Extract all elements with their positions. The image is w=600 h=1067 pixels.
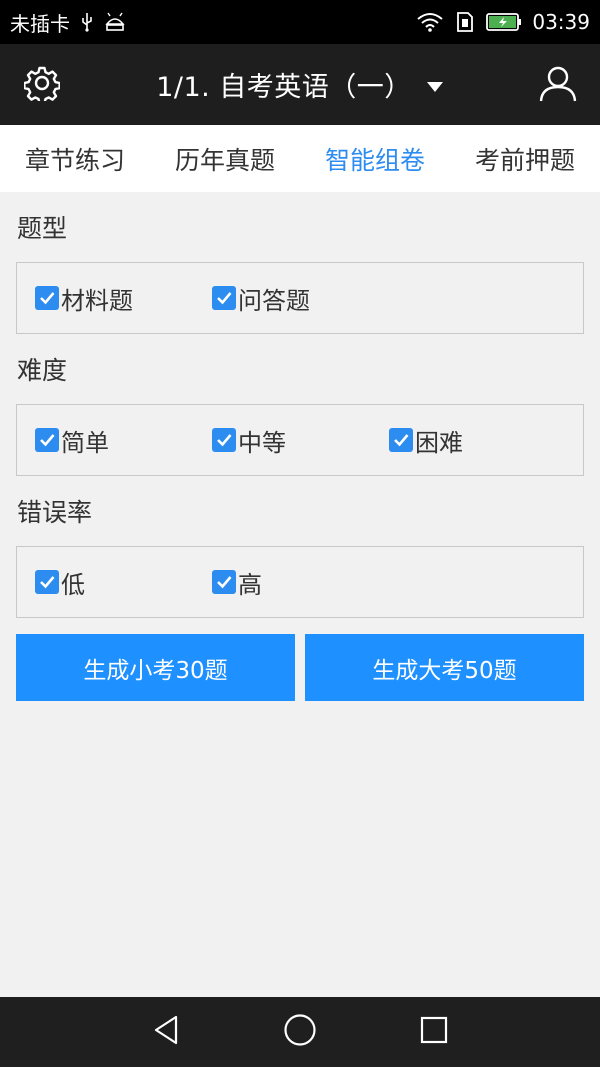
- checkbox-qa[interactable]: 问答题: [212, 281, 389, 316]
- wifi-icon: [416, 12, 444, 32]
- profile-button[interactable]: [516, 44, 600, 125]
- settings-button[interactable]: [0, 44, 84, 125]
- generate-small-exam-button[interactable]: 生成小考30题: [16, 634, 295, 701]
- checkbox-label: 简单: [61, 428, 109, 457]
- checkbox-label: 中等: [238, 428, 286, 457]
- battery-icon: [486, 12, 522, 32]
- checkbox-material[interactable]: 材料题: [35, 281, 212, 316]
- android-debug-icon: [104, 12, 126, 32]
- status-bar: 未插卡 03:39: [0, 0, 600, 44]
- action-buttons: 生成小考30题 生成大考50题: [16, 634, 584, 701]
- sim-icon: [454, 11, 476, 33]
- checkbox-label: 高: [238, 570, 262, 599]
- dropdown-caret-icon: [426, 69, 444, 100]
- carrier-text: 未插卡: [10, 11, 70, 36]
- section-title-type: 题型: [17, 214, 68, 243]
- tab-smart-paper[interactable]: 智能组卷: [300, 125, 450, 192]
- tab-pre-exam[interactable]: 考前押题: [450, 125, 600, 192]
- checkbox-checked-icon: [35, 286, 59, 310]
- checkbox-checked-icon: [212, 570, 236, 594]
- checkbox-label: 材料题: [61, 286, 133, 315]
- checkbox-label: 低: [61, 570, 85, 599]
- checkbox-hard[interactable]: 困难: [389, 423, 566, 458]
- back-triangle-icon: [152, 1015, 180, 1049]
- recents-square-icon: [420, 1016, 448, 1048]
- system-nav-bar: [0, 997, 600, 1067]
- generate-big-exam-button[interactable]: 生成大考50题: [305, 634, 584, 701]
- checkbox-low[interactable]: 低: [35, 565, 212, 600]
- type-options: 材料题 问答题: [16, 262, 584, 334]
- usb-icon: [80, 12, 94, 32]
- nav-recents-button[interactable]: [367, 997, 501, 1067]
- nav-back-button[interactable]: [99, 997, 233, 1067]
- checkbox-checked-icon: [212, 286, 236, 310]
- error-rate-options: 低 高: [16, 546, 584, 618]
- course-title: 1/1. 自考英语（一）: [156, 72, 412, 103]
- checkbox-label: 问答题: [238, 286, 310, 315]
- checkbox-checked-icon: [389, 428, 413, 452]
- difficulty-options: 简单 中等 困难: [16, 404, 584, 476]
- app-header: 1/1. 自考英语（一）: [0, 44, 600, 125]
- gear-icon: [23, 65, 61, 105]
- checkbox-easy[interactable]: 简单: [35, 423, 212, 458]
- checkbox-high[interactable]: 高: [212, 565, 389, 600]
- course-selector[interactable]: 1/1. 自考英语（一）: [84, 65, 516, 104]
- checkbox-medium[interactable]: 中等: [212, 423, 389, 458]
- section-title-error-rate: 错误率: [17, 498, 93, 527]
- tab-past-papers[interactable]: 历年真题: [150, 125, 300, 192]
- user-icon: [538, 63, 578, 107]
- clock-text: 03:39: [532, 10, 590, 34]
- home-circle-icon: [283, 1013, 317, 1051]
- smart-paper-panel: 题型 材料题 问答题 难度 简单 中等 困难 错误率 低 高 生成小考30题 生…: [16, 192, 584, 701]
- tab-bar: 章节练习 历年真题 智能组卷 考前押题: [0, 125, 600, 192]
- checkbox-checked-icon: [212, 428, 236, 452]
- checkbox-label: 困难: [415, 428, 463, 457]
- checkbox-checked-icon: [35, 570, 59, 594]
- nav-home-button[interactable]: [233, 997, 367, 1067]
- section-title-difficulty: 难度: [17, 356, 68, 385]
- tab-chapter-practice[interactable]: 章节练习: [0, 125, 150, 192]
- checkbox-checked-icon: [35, 428, 59, 452]
